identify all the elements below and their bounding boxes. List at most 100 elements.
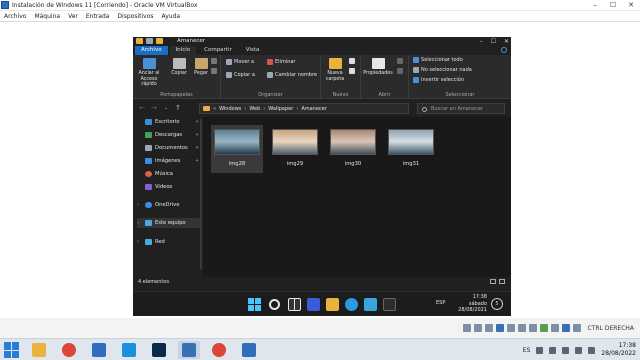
address-overflow[interactable]: «: [213, 106, 216, 112]
tab-compartir[interactable]: Compartir: [198, 46, 238, 55]
nav-item-documentos[interactable]: Documentos ✦: [137, 143, 201, 153]
chevron-right-icon[interactable]: ›: [137, 239, 142, 245]
taskbar-app[interactable]: [118, 341, 140, 359]
explorer-minimize-button[interactable]: –: [480, 37, 483, 46]
nav-item-videos[interactable]: Videos: [137, 182, 201, 192]
tray-icon[interactable]: [588, 346, 596, 354]
search-input[interactable]: Buscar en Amanecer: [417, 103, 505, 114]
file-item-img29[interactable]: img29: [269, 125, 321, 173]
nav-item-descargas[interactable]: Descargas ✦: [137, 130, 201, 140]
taskbar-virtualbox[interactable]: [88, 341, 110, 359]
file-explorer-icon[interactable]: [326, 298, 339, 311]
optical-drive-status-icon[interactable]: [473, 324, 482, 332]
menu-ayuda[interactable]: Ayuda: [162, 11, 181, 21]
recording-status-icon[interactable]: [539, 324, 548, 332]
nav-item-escritorio[interactable]: Escritorio ✦: [137, 117, 201, 127]
store-icon[interactable]: [364, 298, 377, 311]
large-icons-view-icon[interactable]: [499, 279, 505, 284]
keyboard-status-icon[interactable]: [572, 324, 581, 332]
select-none-button[interactable]: No seleccionar nada: [413, 66, 472, 74]
move-to-button[interactable]: Mover a: [226, 58, 254, 66]
tray-icon[interactable]: [562, 346, 570, 354]
taskbar-search-icon[interactable]: [269, 299, 280, 310]
cut-button[interactable]: [211, 57, 217, 65]
tray-icon[interactable]: [575, 346, 583, 354]
properties-quick-icon[interactable]: [146, 38, 153, 44]
taskbar-chrome-2[interactable]: [208, 341, 230, 359]
chevron-right-icon[interactable]: ›: [137, 202, 142, 208]
breadcrumb-amanecer[interactable]: Amanecer: [301, 106, 326, 112]
menu-entrada[interactable]: Entrada: [86, 11, 110, 21]
copy-path-button[interactable]: [211, 67, 217, 75]
breadcrumb-wallpaper[interactable]: Wallpaper: [268, 106, 293, 112]
mouse-integration-status-icon[interactable]: [561, 324, 570, 332]
running-app-icon[interactable]: [383, 298, 396, 311]
guest-language[interactable]: ESP: [436, 300, 445, 306]
pin-quick-access-button[interactable]: Anclar al Acceso rápido: [137, 58, 161, 88]
breadcrumb-separator[interactable]: ›: [263, 106, 265, 112]
taskbar-file-explorer[interactable]: [28, 341, 50, 359]
help-icon[interactable]: [501, 47, 507, 53]
back-button[interactable]: ←: [137, 103, 147, 113]
breadcrumb-separator[interactable]: ›: [296, 106, 298, 112]
details-view-icon[interactable]: [490, 279, 496, 284]
host-language[interactable]: ES: [523, 347, 531, 354]
nav-item-musica[interactable]: Música: [137, 169, 201, 179]
notification-center-icon[interactable]: 5: [491, 298, 503, 310]
host-start-icon[interactable]: [4, 342, 20, 358]
guest-clock[interactable]: 17:38 sábado 28/08/2021: [451, 294, 487, 314]
invert-selection-button[interactable]: Invertir selección: [413, 76, 464, 84]
host-close-button[interactable]: ✕: [622, 0, 640, 11]
easy-access-button[interactable]: [349, 67, 355, 75]
new-folder-quick-icon[interactable]: [156, 38, 163, 44]
new-item-button[interactable]: [349, 57, 355, 65]
delete-button[interactable]: Eliminar: [267, 58, 296, 66]
breadcrumb-web[interactable]: Web: [249, 106, 260, 112]
network-status-icon[interactable]: [495, 324, 504, 332]
file-list[interactable]: img28 img29 img30 img31: [203, 117, 511, 277]
nav-pane-scrollbar[interactable]: [200, 119, 202, 269]
taskbar-chrome[interactable]: [58, 341, 80, 359]
paste-button[interactable]: Pegar: [189, 58, 213, 77]
tray-icon[interactable]: [536, 346, 544, 354]
nav-item-red[interactable]: › Red: [137, 237, 201, 247]
edit-button[interactable]: [397, 67, 403, 75]
chevron-right-icon[interactable]: ›: [137, 220, 142, 226]
cpu-status-icon[interactable]: [550, 324, 559, 332]
windows-start-icon[interactable]: [248, 298, 261, 311]
file-item-img31[interactable]: img31: [385, 125, 437, 173]
new-folder-button[interactable]: Nueva carpeta: [323, 58, 347, 82]
select-all-button[interactable]: Seleccionar todo: [413, 56, 463, 64]
properties-button[interactable]: Propiedades: [363, 58, 393, 77]
menu-dispositivos[interactable]: Dispositivos: [117, 11, 153, 21]
usb-status-icon[interactable]: [506, 324, 515, 332]
taskbar-virtualbox-vm[interactable]: [178, 341, 200, 359]
copy-button[interactable]: Copiar: [167, 58, 191, 77]
hard-disk-status-icon[interactable]: [462, 324, 471, 332]
task-view-icon[interactable]: [288, 298, 301, 311]
recent-locations-button[interactable]: ⌄: [161, 103, 171, 113]
host-maximize-button[interactable]: ☐: [604, 0, 622, 11]
edge-icon[interactable]: [345, 298, 358, 311]
copy-to-button[interactable]: Copiar a: [226, 71, 255, 79]
nav-item-onedrive[interactable]: › OneDrive: [137, 200, 201, 210]
tab-inicio[interactable]: Inicio: [169, 46, 197, 55]
nav-item-este-equipo[interactable]: › Este equipo: [137, 218, 201, 228]
explorer-maximize-button[interactable]: ☐: [491, 37, 496, 46]
display-status-icon[interactable]: [528, 324, 537, 332]
rename-button[interactable]: Cambiar nombre: [267, 71, 317, 79]
file-item-img30[interactable]: img30: [327, 125, 379, 173]
forward-button[interactable]: →: [149, 103, 159, 113]
menu-ver[interactable]: Ver: [68, 11, 78, 21]
tray-icon[interactable]: [549, 346, 557, 354]
explorer-close-button[interactable]: ✕: [504, 37, 509, 46]
audio-status-icon[interactable]: [484, 324, 493, 332]
guest-screen[interactable]: Amanecer – ☐ ✕ Archivo Inicio Compartir …: [133, 37, 511, 316]
up-button[interactable]: ↑: [173, 103, 183, 113]
host-minimize-button[interactable]: –: [586, 0, 604, 11]
breadcrumb-windows[interactable]: Windows: [219, 106, 241, 112]
file-item-img28[interactable]: img28: [211, 125, 263, 173]
shared-folders-status-icon[interactable]: [517, 324, 526, 332]
nav-item-imagenes[interactable]: Imágenes ✦: [137, 156, 201, 166]
address-bar[interactable]: « Windows › Web › Wallpaper › Amanecer: [199, 103, 409, 114]
